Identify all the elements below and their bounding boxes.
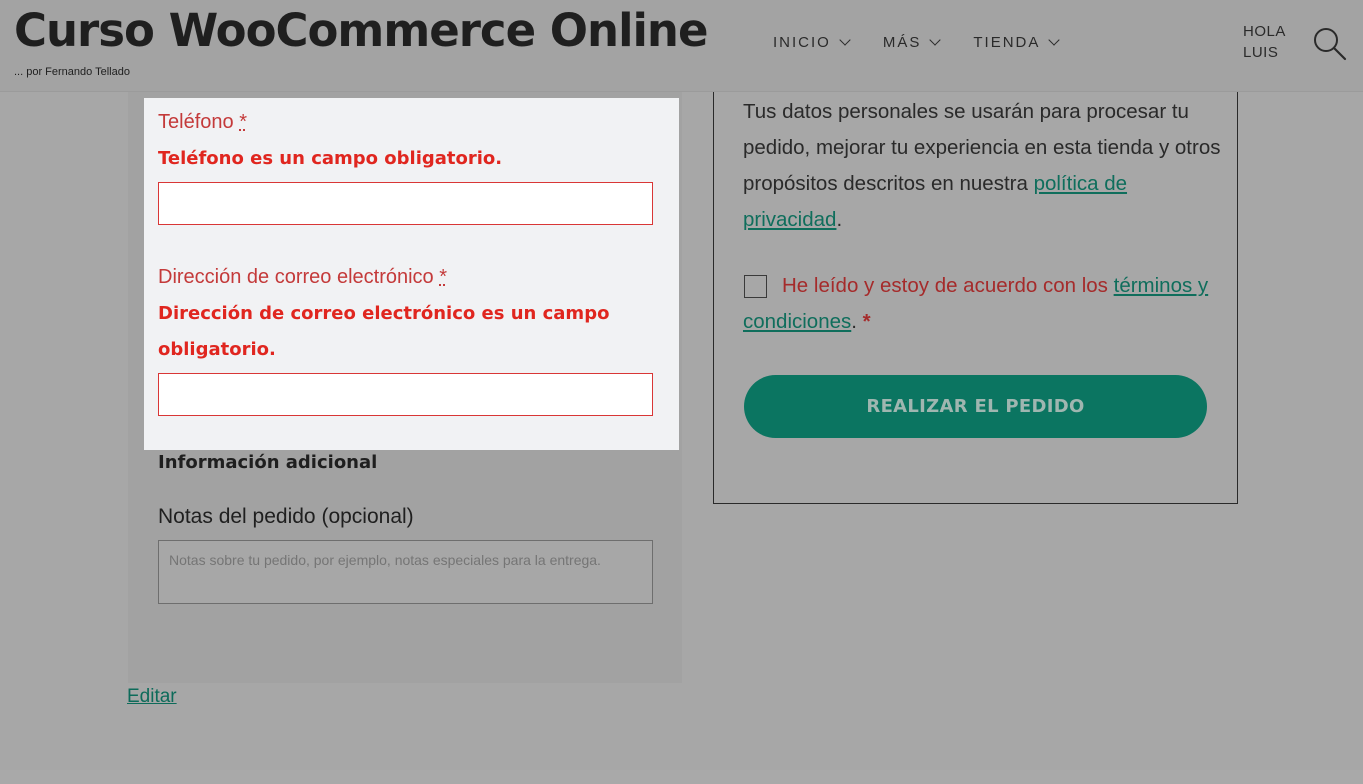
phone-label: Teléfono * (158, 111, 247, 133)
nav-item-mas[interactable]: MÁS (882, 34, 942, 51)
site-tagline: ... por Fernando Tellado (14, 66, 130, 78)
nav-item-inicio[interactable]: INICIO (773, 34, 851, 51)
main-nav: INICIO MÁS TIENDA (773, 34, 1092, 51)
privacy-notice: Tus datos personales se usarán para proc… (743, 100, 1221, 231)
email-input[interactable] (158, 373, 653, 416)
footer-strip (0, 770, 1363, 784)
nav-item-label: MÁS (882, 34, 922, 51)
search-button[interactable] (1313, 26, 1347, 62)
site-title[interactable]: Curso WooCommerce Online (14, 4, 708, 57)
nav-item-label: INICIO (773, 34, 831, 51)
chevron-down-icon (1048, 34, 1061, 46)
email-error-message: Dirección de correo electrónico es un ca… (158, 303, 610, 360)
greeting-line2: LUIS (1243, 44, 1279, 61)
nav-item-label: TIENDA (973, 34, 1041, 51)
search-icon (1314, 28, 1347, 61)
required-mark: * (239, 111, 247, 133)
site-header: Curso WooCommerce Online ... por Fernand… (0, 0, 1363, 92)
chevron-down-icon (839, 34, 851, 46)
user-greeting[interactable]: HOLA LUIS (1243, 21, 1286, 63)
email-label: Dirección de correo electrónico * (158, 266, 448, 288)
greeting-line1: HOLA (1243, 23, 1286, 40)
edit-link[interactable]: Editar (127, 686, 177, 708)
chevron-down-icon (929, 34, 942, 46)
phone-input[interactable] (158, 182, 653, 225)
phone-error-message: Teléfono es un campo obligatorio. (158, 148, 503, 169)
terms-label: He leído y estoy de acuerdo con los térm… (743, 274, 1209, 333)
order-notes-label: Notas del pedido (opcional) (158, 505, 414, 528)
required-mark: * (439, 266, 448, 288)
nav-item-tienda[interactable]: TIENDA (973, 34, 1061, 51)
order-notes-textarea[interactable] (158, 540, 653, 604)
additional-info-title: Información adicional (158, 452, 378, 473)
place-order-button[interactable]: REALIZAR EL PEDIDO (744, 375, 1207, 438)
required-mark: * (862, 310, 871, 333)
